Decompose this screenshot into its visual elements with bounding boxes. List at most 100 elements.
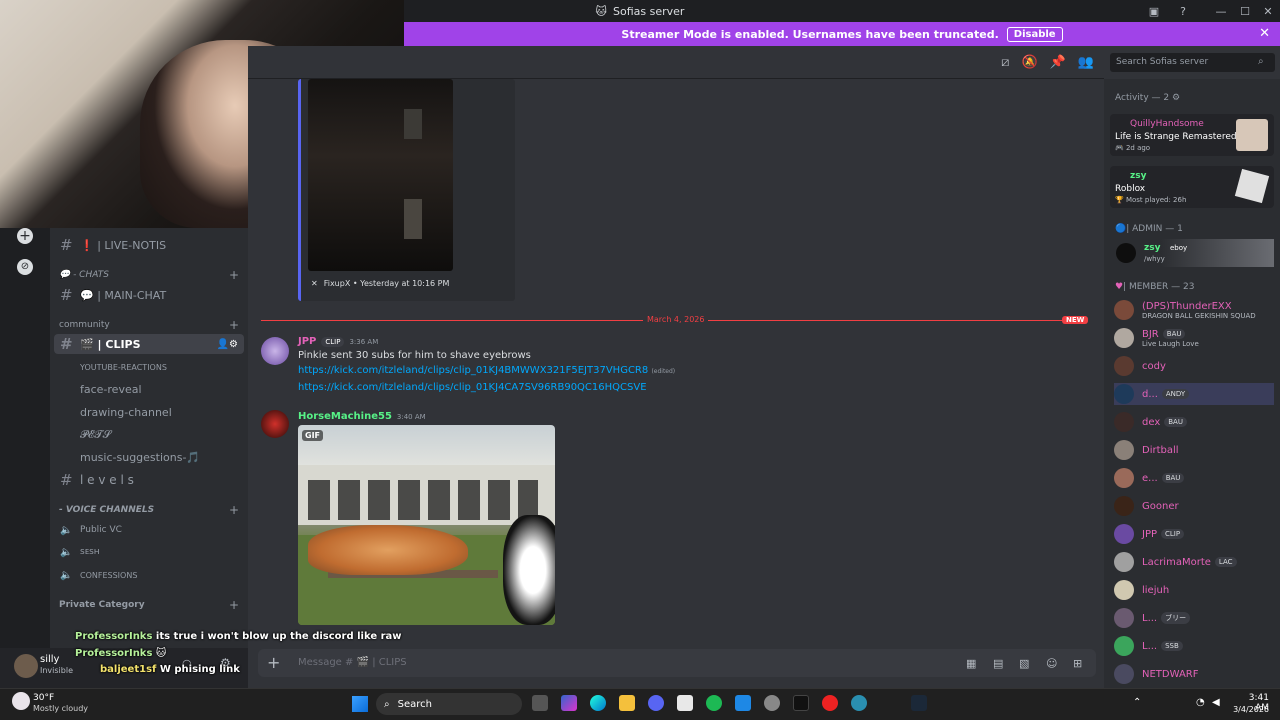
steam-icon[interactable] [911,695,927,711]
attach-icon[interactable]: + [267,653,280,672]
clip-link[interactable]: https://kick.com/itzleland/clips/clip_01… [298,365,648,376]
member-row[interactable]: LacrimaMorte LAC [1114,551,1274,573]
wifi-icon[interactable]: ◔ [1196,697,1205,708]
member-row[interactable]: L... ブリー [1114,607,1274,629]
voice-public-vc[interactable]: 🔈 Public VC [54,520,244,540]
member-name: dex [1142,416,1161,428]
member-row[interactable]: NETDWARF [1114,663,1274,685]
avatar[interactable] [14,654,38,678]
category-chats[interactable]: 💬 - CHATS [59,270,109,280]
store-icon[interactable] [677,695,693,711]
avatar[interactable] [261,337,289,365]
channel-live-notis[interactable]: # ❗ | LIVE-NOTIS [54,235,244,255]
file-explorer-icon[interactable] [619,695,635,711]
clock-date[interactable]: 3/4/2026 [1229,705,1269,714]
channel-face-reveal[interactable]: face-reveal [54,379,244,399]
minimize-button[interactable]: — [1209,0,1233,22]
pin-icon[interactable]: 📌 [1050,55,1066,70]
disable-button[interactable]: Disable [1006,26,1063,42]
banner-close-icon[interactable]: ✕ [1259,26,1270,41]
gift-icon[interactable]: ▦ [966,657,978,670]
channel-label: 𝓟𝓔𝓣𝓢 [80,428,112,441]
channel-music[interactable]: music-suggestions-🎵 [54,447,244,467]
voice-sesh[interactable]: 🔈 ꜱᴇꜱʜ [54,542,244,562]
category-private[interactable]: Private Category [59,600,145,610]
discover-icon[interactable]: ⊘ [17,259,33,275]
add-server-icon[interactable]: + [17,228,33,244]
task-view-icon[interactable] [532,695,548,711]
invite-icon[interactable]: 👤⚙ [217,339,238,350]
apps-icon[interactable]: ⊞ [1073,657,1085,670]
mute-icon[interactable]: 🔕 [1021,55,1037,70]
opera-icon[interactable] [822,695,838,711]
speaker-icon: 🔈 [60,524,73,536]
channel-pets[interactable]: 𝓟𝓔𝓣𝓢 [54,425,244,445]
message-input[interactable]: Message # 🎬 | CLIPS [298,657,407,668]
add-channel-icon[interactable]: + [229,318,239,332]
channel-clips[interactable]: # 🎬 | CLIPS 👤⚙ [54,334,244,354]
member-row[interactable]: JPP CLIP [1114,523,1274,545]
gear-icon[interactable]: ⚙ [1172,93,1180,103]
mail-icon[interactable] [735,695,751,711]
threads-icon[interactable]: ⧄ [1001,55,1009,70]
volume-icon[interactable]: ◀ [1212,697,1220,708]
activity-meta: 🎮 2d ago [1115,144,1151,152]
activity-card[interactable]: zsy Roblox 🏆 Most played: 26h [1110,166,1274,208]
search-input[interactable]: Search Sofias server [1110,53,1275,72]
member-row[interactable]: Dirtball [1114,439,1274,461]
category-community[interactable]: community [59,320,110,330]
spotify-icon[interactable] [706,695,722,711]
channel-main-chat[interactable]: # 💬 | MAIN-CHAT [54,285,244,305]
member-list-icon[interactable]: 👥 [1078,55,1094,70]
member-row[interactable]: d... ANDY [1114,383,1274,405]
channel-youtube-reactions[interactable]: YOUTUBE-REACTIONS [54,357,244,377]
add-channel-icon[interactable]: + [229,268,239,282]
close-button[interactable]: ✕ [1256,0,1280,22]
message-author[interactable]: HorseMachine55 [298,411,392,422]
channel-drawing[interactable]: drawing-channel [54,402,244,422]
channel-label: 🎬 | CLIPS [80,337,141,351]
voice-confessions[interactable]: 🔈 CONFESSIONS [54,565,244,585]
tiktok-icon[interactable] [793,695,809,711]
add-channel-icon[interactable]: + [229,503,239,517]
member-row[interactable]: liejuh [1114,579,1274,601]
taskbar-search[interactable]: ⌕ Search [376,693,522,715]
member-row[interactable]: L... SSB [1114,635,1274,657]
member-row[interactable]: Gooner [1114,495,1274,517]
category-voice[interactable]: - VOICE CHANNELS [59,505,154,515]
hash-icon: # [60,471,73,489]
help-icon[interactable]: ? [1171,0,1195,22]
message-time: 3:36 AM [349,337,379,346]
gif-icon[interactable]: ▤ [993,657,1005,670]
member-badge: SSB [1161,641,1183,651]
windows-start-icon[interactable] [352,696,368,712]
browser-icon[interactable] [851,695,867,711]
channel-levels[interactable]: # l e v e l s [54,470,244,490]
overlay-text: W phising link [159,664,240,675]
member-admin[interactable]: zsy eboy /whyy [1112,239,1274,267]
embed-image[interactable] [308,79,453,271]
message-author[interactable]: JPP [298,336,316,347]
member-row[interactable]: cody [1114,355,1274,377]
clip-link[interactable]: https://kick.com/itzleland/clips/clip_01… [298,382,647,393]
member-row[interactable]: BJR BAU Live Laugh Love [1114,327,1274,349]
maximize-button[interactable]: ☐ [1233,0,1257,22]
emoji-icon[interactable]: ☺ [1046,657,1058,670]
copilot-icon[interactable] [561,695,577,711]
member-row[interactable]: dex BAU [1114,411,1274,433]
activity-card[interactable]: QuillyHandsome Life is Strange Remastere… [1110,114,1274,156]
sticker-icon[interactable]: ▧ [1019,657,1031,670]
obs-icon[interactable] [764,695,780,711]
channel-label: drawing-channel [80,405,172,419]
member-row[interactable]: e... BAU [1114,467,1274,489]
chevron-up-icon[interactable]: ⌃ [1133,697,1141,708]
inbox-icon[interactable]: ▣ [1142,0,1166,22]
member-badge: BAU [1164,417,1187,427]
gif-image[interactable]: GIF [298,425,555,625]
discord-taskbar-icon[interactable] [648,695,664,711]
member-row[interactable]: (DPS)ThunderEXX DRAGON BALL GEKISHIN SQUA… [1114,299,1274,321]
avatar[interactable] [261,410,289,438]
edge-icon[interactable] [590,695,606,711]
weather-icon[interactable] [12,692,30,710]
add-channel-icon[interactable]: + [229,598,239,612]
